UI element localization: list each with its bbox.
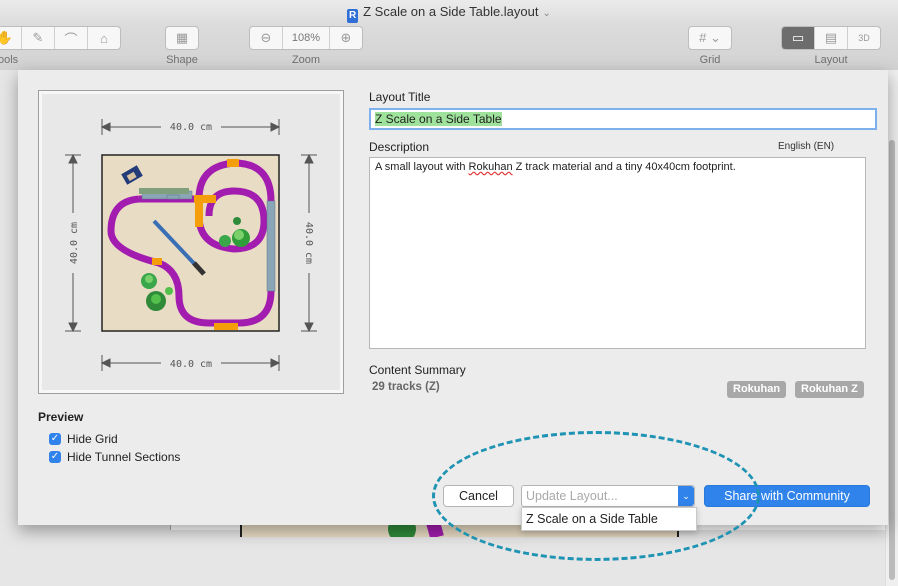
hide-grid-checkbox[interactable]: ✓ Hide Grid <box>49 432 118 446</box>
shape-segment: ▦ <box>165 26 199 50</box>
content-summary-label: Content Summary <box>369 363 466 377</box>
grid-label: Grid <box>699 54 721 66</box>
checkmark-icon: ✓ <box>49 433 61 445</box>
dropdown-item-z-scale[interactable]: Z Scale on a Side Table <box>521 507 697 531</box>
layout-split-icon[interactable]: ▤ <box>815 27 848 49</box>
layout-title-label: Layout Title <box>369 90 431 104</box>
dimension-top: 40.0 cm <box>170 122 212 133</box>
update-layout-placeholder: Update Layout... <box>526 489 618 503</box>
grid-group: # ⌄ Grid <box>688 26 732 66</box>
layout-preview: 40.0 cm 40.0 cm 40.0 cm 40.0 cm <box>38 90 344 394</box>
chevron-down-icon[interactable]: ⌄ <box>678 486 694 506</box>
dimension-right: 40.0 cm <box>303 222 314 264</box>
update-layout-select[interactable]: Update Layout... ⌄ <box>521 485 695 507</box>
layout-segment: ▭ ▤ 3D <box>781 26 881 50</box>
hide-grid-label: Hide Grid <box>67 432 118 446</box>
description-label: Description <box>369 140 430 154</box>
layout-preview-drawing: 40.0 cm 40.0 cm 40.0 cm 40.0 cm <box>65 119 317 371</box>
shape-label: Shape <box>166 54 198 66</box>
description-text-2: Z track material and a tiny 40x40cm foot… <box>512 161 736 173</box>
pencil-tool-icon[interactable]: ✎ <box>22 27 55 49</box>
grid-dropdown-icon[interactable]: # ⌄ <box>689 27 731 49</box>
zoom-in-icon[interactable]: ⊕ <box>330 27 362 49</box>
preview-section-label: Preview <box>38 410 84 424</box>
bridge-tool-icon[interactable]: ⌒ <box>55 27 88 49</box>
zoom-label: Zoom <box>291 54 321 66</box>
description-text-1: A small layout with <box>375 161 469 173</box>
cancel-button[interactable]: Cancel <box>443 485 514 507</box>
content-summary-value: 29 tracks (Z) <box>372 381 440 393</box>
layout-title-input[interactable]: Z Scale on a Side Table <box>369 108 877 130</box>
tag-rokuhan-z: Rokuhan Z <box>795 381 864 398</box>
tag-rokuhan: Rokuhan <box>727 381 787 398</box>
chevron-down-icon[interactable]: ⌄ <box>542 8 550 19</box>
zoom-value: 108% <box>283 27 330 49</box>
hide-tunnel-checkbox[interactable]: ✓ Hide Tunnel Sections <box>49 450 180 464</box>
shape-group: ▦ Shape <box>165 26 199 66</box>
dimension-left: 40.0 cm <box>69 222 80 264</box>
layout-label: Layout <box>814 54 848 66</box>
tunnel-tool-icon[interactable]: ⌂ <box>88 27 120 49</box>
scrollbar-thumb[interactable] <box>889 140 895 580</box>
tools-label: ools <box>0 54 19 66</box>
description-textarea[interactable]: A small layout with Rokuhan Z track mate… <box>369 157 866 349</box>
share-with-community-button[interactable]: Share with Community <box>704 485 870 507</box>
toolbar: ✋ ✎ ⌒ ⌂ ools ▦ Shape ⊖ 108% ⊕ Zoom # ⌄ G… <box>0 24 898 71</box>
zoom-group: ⊖ 108% ⊕ Zoom <box>249 26 363 66</box>
select-tool-icon[interactable]: ✋ <box>0 27 22 49</box>
window-titlebar: R Z Scale on a Side Table.layout ⌄ <box>0 0 898 24</box>
zoom-out-icon[interactable]: ⊖ <box>250 27 283 49</box>
layout-plan-icon[interactable]: ▭ <box>782 27 815 49</box>
shape-grid-icon[interactable]: ▦ <box>166 27 198 49</box>
grid-segment: # ⌄ <box>688 26 732 50</box>
hide-tunnel-label: Hide Tunnel Sections <box>67 450 181 464</box>
dimension-bottom: 40.0 cm <box>170 359 212 370</box>
layout-title-selection: Z Scale on a Side Table <box>375 112 502 126</box>
layout-group: ▭ ▤ 3D Layout <box>781 26 881 66</box>
window-title: Z Scale on a Side Table.layout <box>363 4 539 19</box>
layout-3d-icon[interactable]: 3D <box>848 27 880 49</box>
document-icon: R <box>347 9 359 23</box>
language-selector[interactable]: English (EN) <box>778 141 834 152</box>
description-misspelled-word: Rokuhan <box>468 161 513 173</box>
tools-segment: ✋ ✎ ⌒ ⌂ <box>0 26 121 50</box>
share-sheet: 40.0 cm 40.0 cm 40.0 cm 40.0 cm Preview … <box>18 70 888 525</box>
tools-group: ✋ ✎ ⌒ ⌂ ools <box>0 26 121 66</box>
checkmark-icon: ✓ <box>49 451 61 463</box>
zoom-segment: ⊖ 108% ⊕ <box>249 26 363 50</box>
